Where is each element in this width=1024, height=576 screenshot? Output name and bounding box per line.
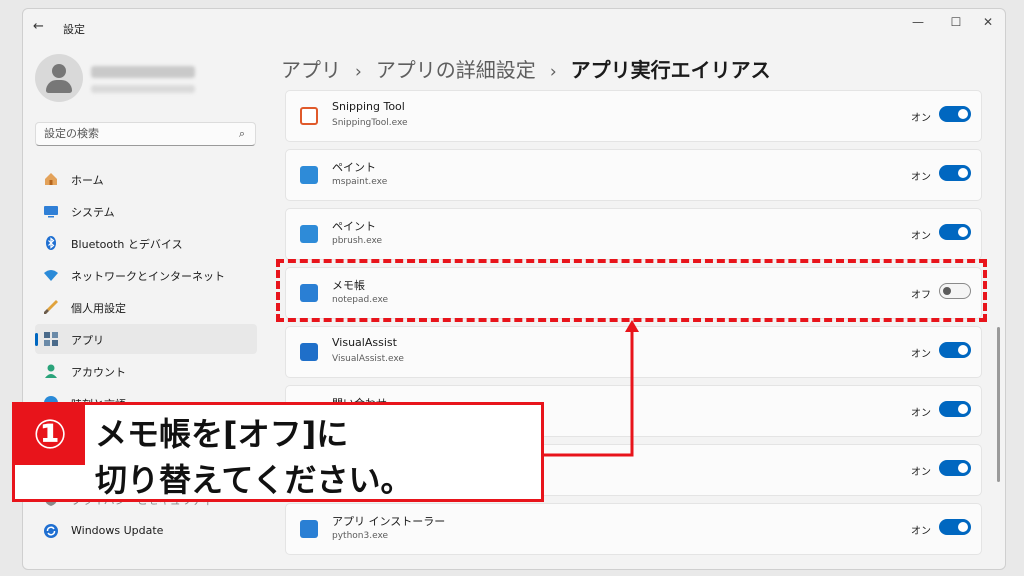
instruction-line-2: 切り替えてください。 bbox=[95, 461, 413, 499]
instruction-line-1: メモ帳を[オフ]に bbox=[95, 415, 349, 453]
step-number: ① bbox=[15, 405, 85, 465]
instruction-callout: ① メモ帳を[オフ]に 切り替えてください。 bbox=[12, 402, 544, 502]
